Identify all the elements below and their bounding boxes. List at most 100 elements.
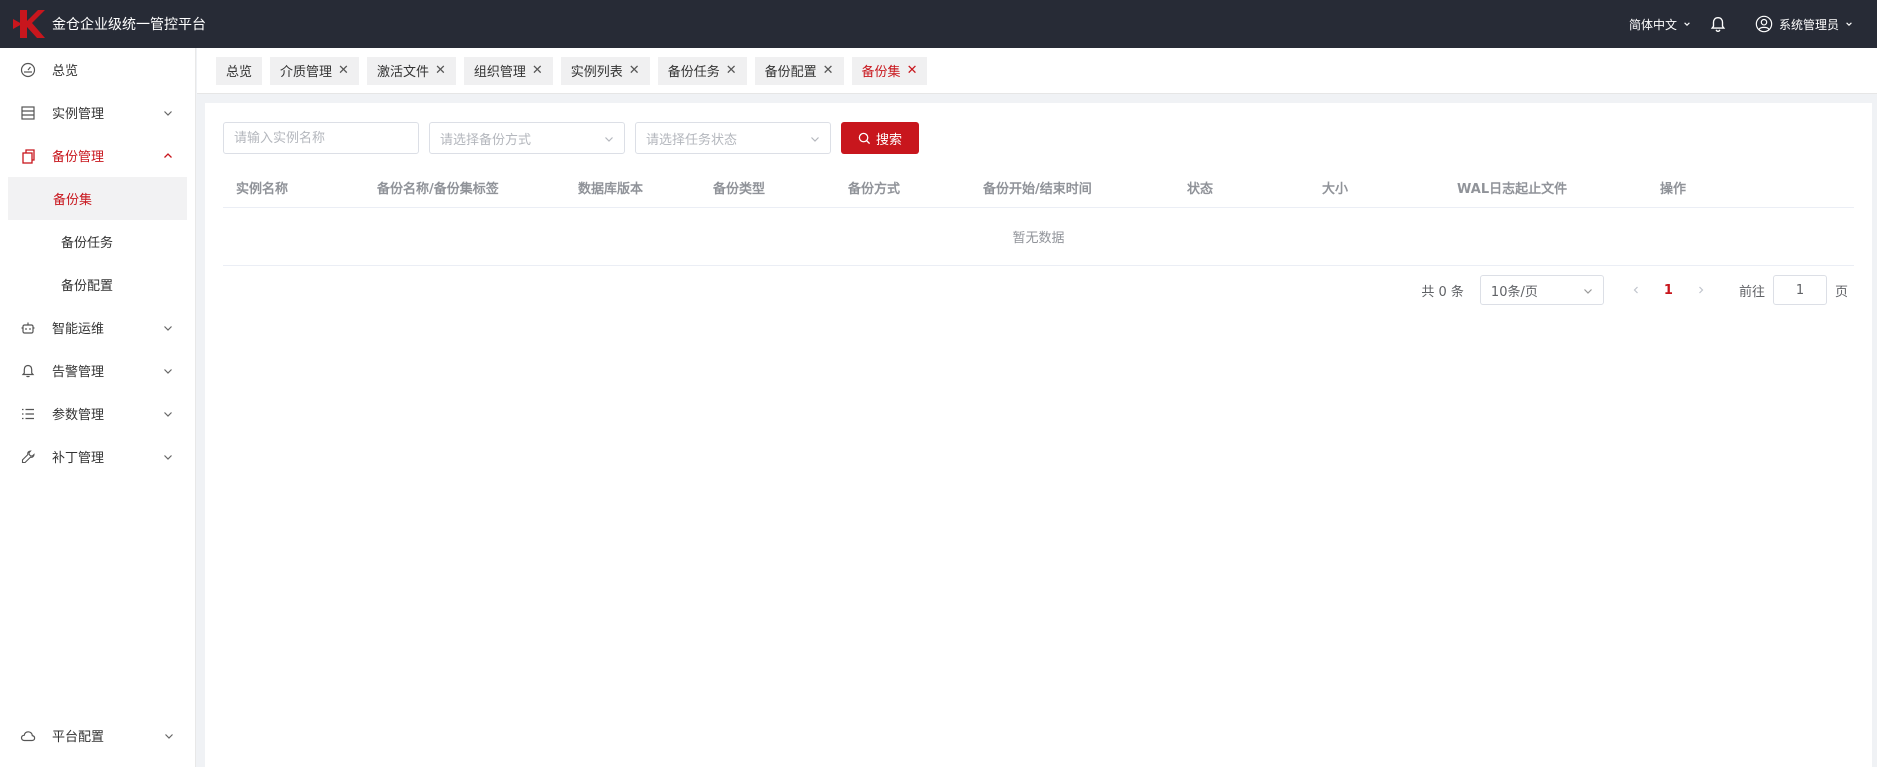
chevron-down-icon [164,111,172,116]
chevron-down-icon [1684,22,1690,26]
current-page[interactable]: 1 [1664,283,1673,298]
tab-label: 实例列表 [570,65,623,80]
sidebar-subitem-backup-set[interactable]: 备份集 [8,177,187,220]
close-icon[interactable]: ✕ [907,63,918,78]
chevron-up-icon [164,153,172,158]
chevron-down-icon [164,455,172,460]
backup-method-select[interactable]: 请选择备份方式 [429,122,625,154]
sidebar-item-smart-ops[interactable]: 智能运维 [0,306,195,349]
user-menu[interactable]: 系统管理员 [1755,15,1853,33]
tab-backup-set[interactable]: 备份集 ✕ [851,56,928,85]
tab-overview[interactable]: 总览 [216,56,263,85]
search-button[interactable]: 搜索 [841,122,919,154]
tab-label: 介质管理 [280,65,333,80]
column-header[interactable]: 实例名称 [223,178,364,197]
cloud-icon [20,730,36,741]
sidebar-item-backup-management[interactable]: 备份管理 [0,134,195,177]
chevron-right-icon[interactable] [1695,284,1707,296]
sidebar-item-label: 告警管理 [52,365,105,380]
sidebar-item-label: 智能运维 [52,322,105,337]
sidebar-item-overview[interactable]: 总览 [0,48,195,91]
page-suffix: 页 [1834,284,1848,300]
tab-label: 组织管理 [473,65,526,80]
column-header[interactable]: 备份开始/结束时间 [970,178,1174,197]
chevron-down-icon [1583,289,1592,294]
sidebar-bottom: 平台配置 [0,714,196,757]
sidebar-item-parameter-management[interactable]: 参数管理 [0,392,195,435]
sidebar-subitem-label: 备份配置 [61,279,114,294]
column-header[interactable]: 数据库版本 [565,178,700,197]
close-icon[interactable]: ✕ [629,63,640,78]
filter-bar: 请选择备份方式 请选择任务状态 搜索 [223,122,919,154]
tab-label: 备份任务 [667,65,720,80]
chevron-down-icon [165,734,173,739]
instance-name-input[interactable] [223,122,419,154]
sidebar-subitem-backup-task[interactable]: 备份任务 [8,220,187,263]
column-header[interactable]: 备份名称/备份集标签 [364,178,565,197]
close-icon[interactable]: ✕ [338,63,349,78]
close-icon[interactable]: ✕ [823,63,834,78]
select-placeholder: 请选择任务状态 [646,132,738,148]
chevron-left-icon[interactable] [1630,284,1642,296]
sidebar-item-label: 备份管理 [52,150,105,165]
tab-media-management[interactable]: 介质管理 ✕ [270,56,359,85]
chevron-down-icon [811,137,819,142]
column-header[interactable]: 备份类型 [700,178,835,197]
column-header[interactable]: 大小 [1309,178,1444,197]
tab-backup-config[interactable]: 备份配置 ✕ [754,56,844,85]
column-header[interactable]: 状态 [1174,178,1309,197]
robot-icon [21,322,35,334]
goto-page-input[interactable] [1772,275,1827,305]
sidebar-item-alert-management[interactable]: 告警管理 [0,349,195,392]
select-placeholder: 请选择备份方式 [440,132,532,148]
language-label: 简体中文 [1628,17,1677,32]
tab-label: 备份集 [861,65,901,80]
goto-label: 前往 [1738,284,1765,300]
tab-activation-file[interactable]: 激活文件 ✕ [366,56,456,85]
sidebar-subitem-label: 备份任务 [61,236,114,251]
column-header[interactable]: 操作 [1647,178,1854,197]
pagination: 共 0 条 10条/页 1 前往 页 [1421,275,1848,305]
sidebar-item-label: 总览 [52,64,79,79]
kingbase-logo [13,10,45,38]
sidebar-item-instance-management[interactable]: 实例管理 [0,91,195,134]
list-icon [22,408,34,419]
sidebar-item-patch-management[interactable]: 补丁管理 [0,435,195,478]
tab-backup-task[interactable]: 备份任务 ✕ [657,56,747,85]
search-icon [858,132,871,144]
sidebar-item-label: 补丁管理 [52,451,105,466]
tab-instance-list[interactable]: 实例列表 ✕ [560,56,650,85]
wrench-icon [21,449,35,463]
chevron-down-icon [164,412,172,417]
column-header[interactable]: 备份方式 [835,178,970,197]
notification-bell-icon[interactable] [1709,15,1727,33]
page-size-value: 10条/页 [1490,284,1538,300]
close-icon[interactable]: ✕ [532,63,543,78]
tabs-bar: 总览 介质管理 ✕ 激活文件 ✕ 组织管理 ✕ 实例列表 ✕ 备份任务 ✕ 备份… [197,48,1877,94]
content-panel: 请选择备份方式 请选择任务状态 搜索 实例名称 备份名称/备份集标签 数据库版本… [205,103,1872,767]
language-switcher[interactable]: 简体中文 [1629,16,1691,33]
tab-label: 备份配置 [764,65,817,80]
chevron-down-icon [164,326,172,331]
top-header: 金仓企业级统一管控平台 简体中文 系统管理员 [0,0,1877,48]
page-size-select[interactable]: 10条/页 [1479,275,1604,305]
sidebar-item-label: 平台配置 [52,730,105,745]
tab-organization-management[interactable]: 组织管理 ✕ [463,56,553,85]
sidebar-subitem-backup-config[interactable]: 备份配置 [8,263,187,306]
close-icon[interactable]: ✕ [435,63,446,78]
chevron-down-icon [164,369,172,374]
task-status-select[interactable]: 请选择任务状态 [635,122,831,154]
sidebar-item-platform-config[interactable]: 平台配置 [0,714,196,757]
backup-set-table: 实例名称 备份名称/备份集标签 数据库版本 备份类型 备份方式 备份开始/结束时… [223,168,1854,266]
chevron-down-icon [605,137,613,142]
sidebar-item-label: 实例管理 [52,107,105,122]
column-header[interactable]: WAL日志起止文件 [1444,178,1647,197]
app-title: 金仓企业级统一管控平台 [52,17,206,33]
user-name: 系统管理员 [1778,17,1839,32]
sidebar: 总览 实例管理 备份管理 备份集 备份任务 备份配置 智能运维 告警管理 参数管… [0,48,196,767]
header-actions: 简体中文 系统管理员 [1629,0,1853,48]
tab-label: 总览 [226,65,253,80]
close-icon[interactable]: ✕ [726,63,737,78]
dashboard-icon [20,62,36,77]
table-header: 实例名称 备份名称/备份集标签 数据库版本 备份类型 备份方式 备份开始/结束时… [223,168,1854,208]
